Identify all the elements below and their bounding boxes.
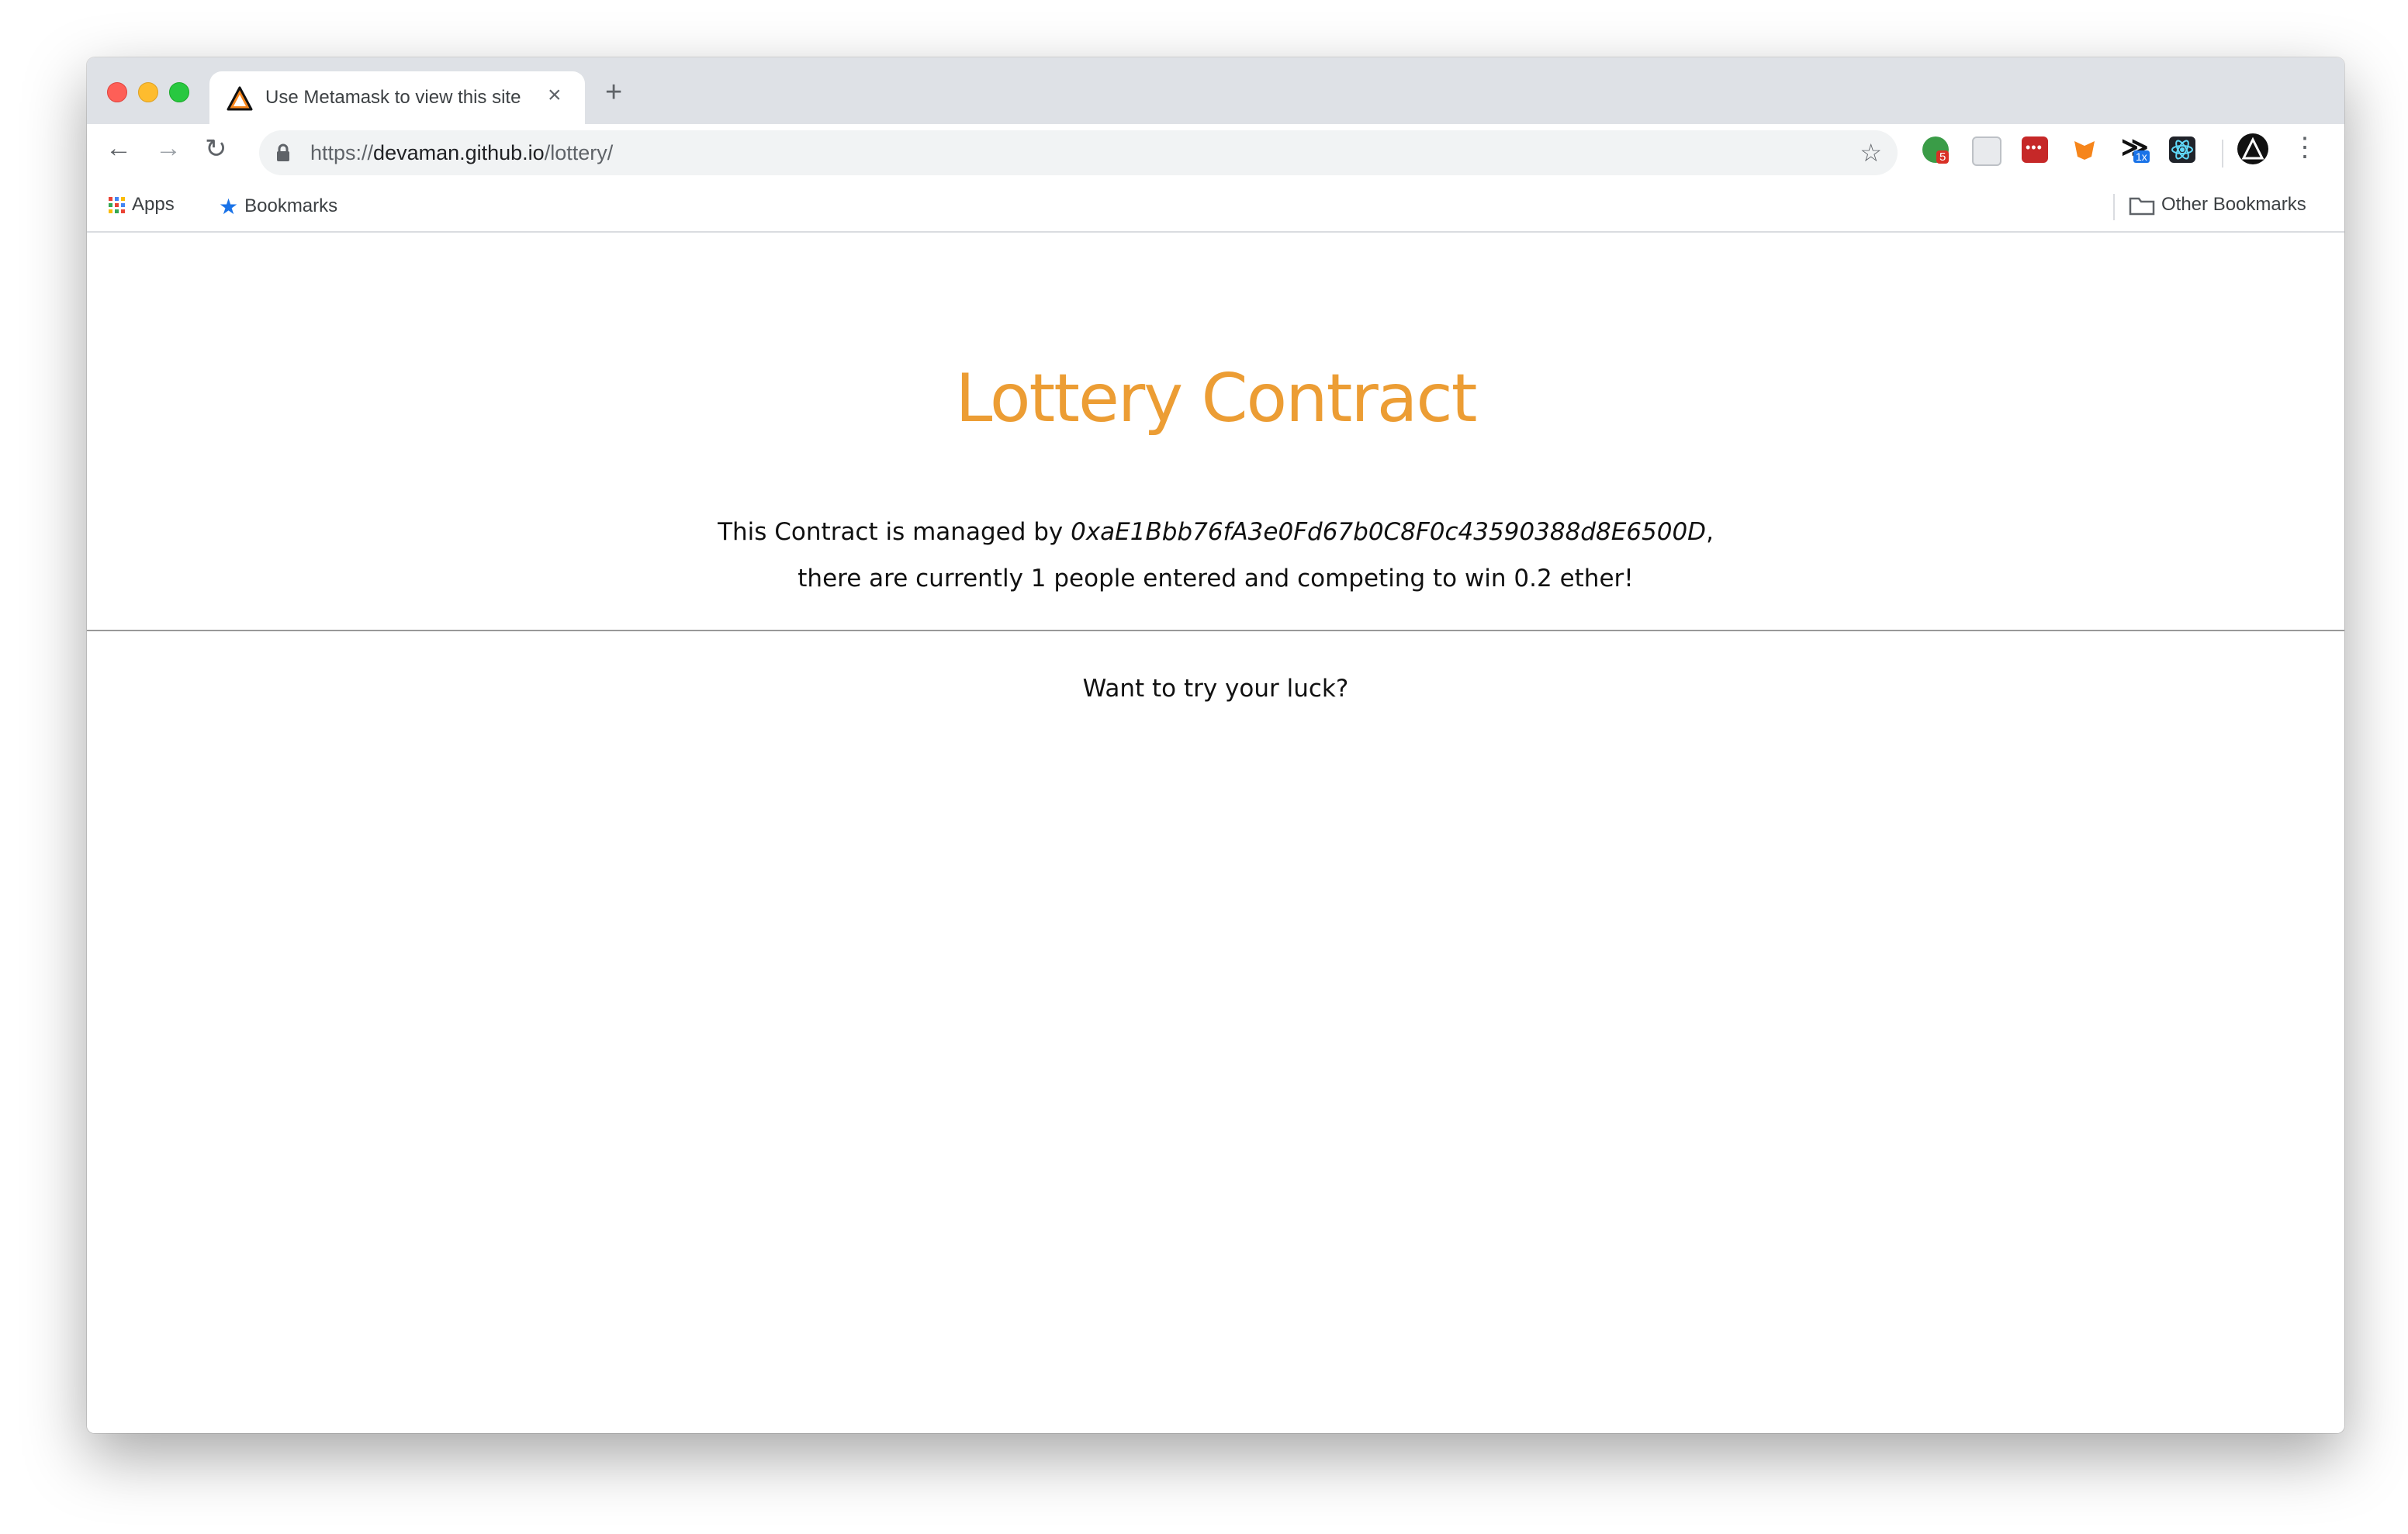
toolbar-divider [2222,140,2223,168]
enter-heading: Want to try your luck? [1082,675,1349,703]
new-tab-icon[interactable]: + [605,76,622,109]
manager-prefix: This Contract is managed by [718,518,1064,546]
lock-icon [277,143,289,161]
tab-close-icon[interactable]: × [548,82,562,109]
players-line: there are currently 1 people entered and… [797,565,1634,593]
other-bookmarks-label: Other Bookmarks [2161,194,2306,215]
tab-strip: Use Metamask to view this site × + [87,57,2344,124]
react-devtools-icon[interactable] [2169,136,2195,163]
minimize-window-button[interactable] [138,82,158,102]
redux-devtools-icon[interactable]: ≫ 1x [2121,133,2150,163]
metamask-warning-icon [227,86,253,111]
manager-line: This Contract is managed by 0xaE1Bbb76fA… [87,518,2344,546]
other-bookmarks-folder[interactable]: Other Bookmarks [2129,194,2306,216]
browser-tab[interactable]: Use Metamask to view this site × [209,71,585,124]
close-window-button[interactable] [107,82,127,102]
back-arrow-icon[interactable]: ← [106,133,132,164]
bookmark-star-icon[interactable]: ☆ [1860,138,1882,168]
bookmarks-label: Bookmarks [244,195,338,216]
maximize-window-button[interactable] [169,82,189,102]
page-content: Lottery Contract This Contract is manage… [87,233,2344,1433]
bookmarks-folder[interactable]: ★ Bookmarks [219,194,337,219]
extension-badge: 5 [1936,150,1950,164]
tab-title: Use Metamask to view this site [265,87,521,108]
forward-arrow-icon[interactable]: → [155,133,182,164]
menu-kebab-icon[interactable]: ⋮ [2292,132,2318,163]
green-extension-icon[interactable]: 5 [1922,136,1950,164]
folder-icon [2129,197,2155,215]
browser-window: Use Metamask to view this site × + ← → ↻… [87,57,2344,1433]
bookmarks-bar: Apps ★ Bookmarks Other Bookmarks [87,185,2344,233]
manager-suffix: , [1706,518,1714,546]
apps-grid-icon [109,196,125,213]
url-text: https://devaman.github.io/lottery/ [310,141,614,164]
page-title: Lottery Contract [955,360,1478,437]
apps-label: Apps [132,194,175,215]
browser-toolbar: ← → ↻ https://devaman.github.io/lottery/… [87,124,2344,185]
star-icon: ★ [219,195,239,219]
manager-address: 0xaE1Bbb76fA3e0Fd67b0C8F0c43590388d8E650… [1071,518,1707,546]
reload-icon[interactable]: ↻ [205,133,227,164]
bookmarks-divider [2113,194,2115,220]
address-bar[interactable]: https://devaman.github.io/lottery/ ☆ [259,130,1898,175]
apps-bookmark[interactable]: Apps [107,194,175,216]
divider [87,630,2344,631]
metamask-fox-icon[interactable] [2071,136,2098,163]
extension-badge-2: 1x [2133,150,2150,163]
cube-extension-icon[interactable] [1972,136,2001,166]
lastpass-extension-icon[interactable]: ••• [2022,136,2048,163]
profile-avatar[interactable] [2237,133,2268,164]
